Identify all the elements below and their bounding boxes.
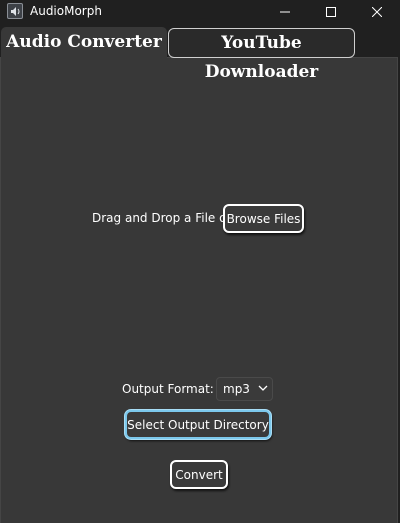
output-format-select[interactable]: mp3: [216, 377, 273, 401]
output-format-label: Output Format:: [122, 382, 214, 396]
select-output-directory-button[interactable]: Select Output Directory: [125, 410, 271, 439]
minimize-button[interactable]: [262, 0, 308, 23]
output-format-value: mp3: [223, 382, 250, 396]
chevron-down-icon: [258, 385, 268, 391]
window-title: AudioMorph: [30, 4, 102, 18]
maximize-icon: [326, 6, 336, 17]
converter-panel: [0, 57, 398, 523]
browse-files-button[interactable]: Browse Files: [223, 204, 304, 233]
minimize-icon: [280, 11, 290, 12]
close-icon: [372, 6, 382, 17]
convert-button[interactable]: Convert: [170, 460, 228, 489]
title-bar: AudioMorph: [0, 0, 400, 23]
app-icon: [7, 3, 23, 19]
maximize-button[interactable]: [308, 0, 354, 23]
close-button[interactable]: [354, 0, 400, 23]
tab-youtube-downloader[interactable]: YouTube Downloader: [168, 28, 355, 82]
drop-zone-label: Drag and Drop a File or: [92, 211, 232, 225]
tab-audio-converter[interactable]: Audio Converter: [1, 27, 167, 58]
